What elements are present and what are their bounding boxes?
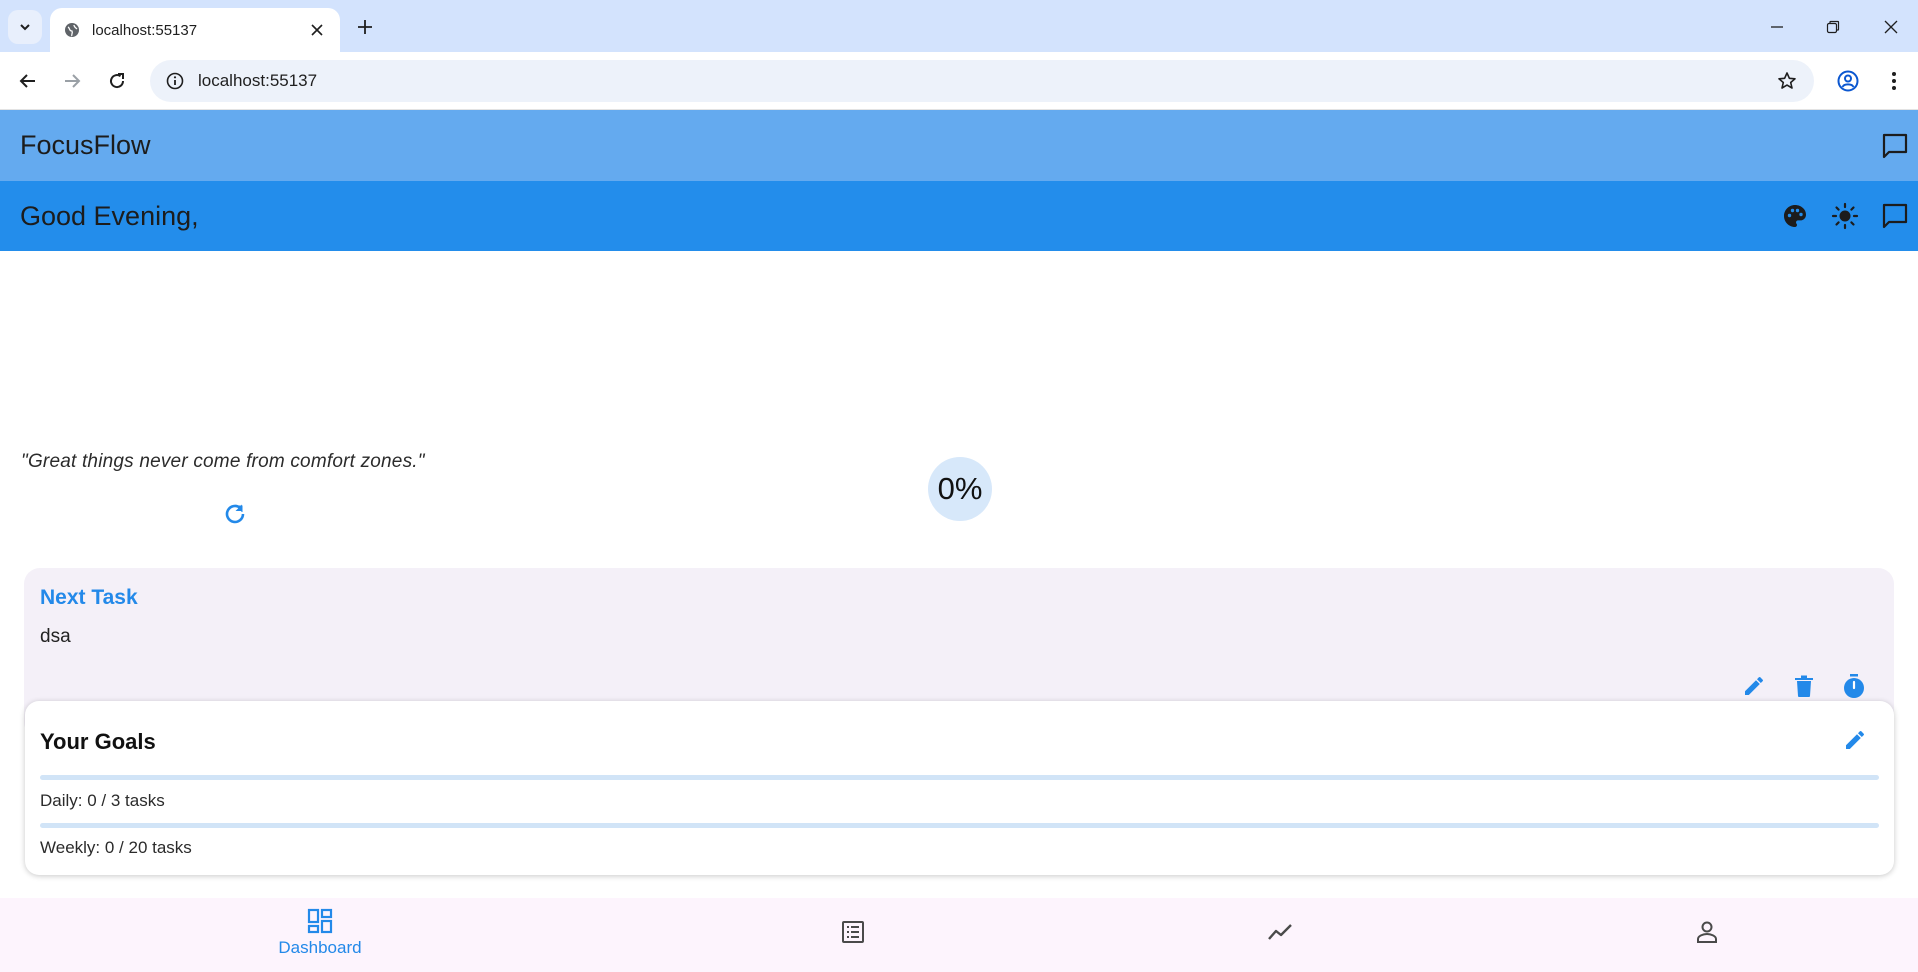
star-icon xyxy=(1778,72,1796,89)
greeting-text: Good Evening, xyxy=(20,200,199,231)
brightness-button[interactable] xyxy=(1829,200,1861,232)
browser-tab[interactable]: localhost:55137 xyxy=(50,8,340,52)
weekly-goal-progress-bar xyxy=(40,823,1879,828)
account-icon xyxy=(1837,70,1859,92)
chat-icon xyxy=(1882,203,1908,229)
tab-close-button[interactable] xyxy=(306,19,328,41)
delete-task-button[interactable] xyxy=(1788,670,1820,702)
daily-goal-text: Daily: 0 / 3 tasks xyxy=(40,791,165,810)
chevron-down-icon xyxy=(20,24,30,31)
minimize-button[interactable] xyxy=(1762,12,1792,42)
reload-button[interactable] xyxy=(103,67,131,95)
restore-icon xyxy=(1826,20,1840,34)
palette-icon xyxy=(1784,205,1806,227)
close-window-button[interactable] xyxy=(1876,12,1906,42)
reload-icon xyxy=(110,73,125,89)
globe-icon xyxy=(65,23,79,37)
minimize-icon xyxy=(1771,26,1783,28)
arrow-left-icon xyxy=(19,74,35,88)
browser-menu-button[interactable] xyxy=(1880,67,1908,95)
nav-item-dashboard[interactable]: Dashboard xyxy=(260,908,380,964)
trash-icon xyxy=(1795,675,1813,697)
arrow-right-icon xyxy=(65,74,81,88)
dashboard-icon xyxy=(307,908,333,934)
nav-item-tasks[interactable] xyxy=(793,920,913,972)
edit-goals-button[interactable] xyxy=(1839,724,1871,756)
greeting-bar: Good Evening, xyxy=(0,181,1918,251)
timer-icon xyxy=(1844,674,1864,698)
new-tab-button[interactable] xyxy=(352,14,378,40)
more-vert-icon xyxy=(1892,72,1896,90)
trend-icon xyxy=(1268,924,1292,940)
app-bar: FocusFlow xyxy=(0,110,1918,181)
pencil-icon xyxy=(1745,677,1763,695)
back-button[interactable] xyxy=(14,67,42,95)
bottom-navigation: Dashboard xyxy=(0,898,1918,972)
plus-icon xyxy=(358,20,372,34)
motivational-quote: "Great things never come from comfort zo… xyxy=(21,451,425,472)
close-icon xyxy=(1884,20,1898,34)
start-timer-button[interactable] xyxy=(1838,670,1870,702)
edit-task-button[interactable] xyxy=(1738,670,1770,702)
tab-search-button[interactable] xyxy=(8,10,42,44)
bookmark-button[interactable] xyxy=(1774,68,1800,94)
restore-button[interactable] xyxy=(1818,12,1848,42)
profile-button[interactable] xyxy=(1834,67,1862,95)
tab-title: localhost:55137 xyxy=(92,21,198,39)
sun-icon xyxy=(1831,202,1859,230)
chat-icon xyxy=(1882,133,1908,159)
goals-title: Your Goals xyxy=(40,729,156,754)
browser-toolbar: localhost:55137 xyxy=(0,52,1918,110)
address-bar[interactable]: localhost:55137 xyxy=(150,60,1814,102)
nav-item-profile[interactable] xyxy=(1647,920,1767,972)
nav-item-stats[interactable] xyxy=(1220,920,1340,972)
daily-goal-progress-bar xyxy=(40,775,1879,780)
nav-label-dashboard: Dashboard xyxy=(278,938,362,957)
url-text[interactable]: localhost:55137 xyxy=(198,71,1774,91)
forward-button[interactable] xyxy=(58,67,86,95)
weekly-goal-text: Weekly: 0 / 20 tasks xyxy=(40,838,192,857)
chat-button[interactable] xyxy=(1879,130,1911,162)
list-icon xyxy=(842,921,864,943)
browser-tab-strip: localhost:55137 xyxy=(0,0,1918,52)
theme-palette-button[interactable] xyxy=(1779,200,1811,232)
next-task-name: dsa xyxy=(40,626,71,647)
daily-progress-indicator: 0% xyxy=(928,457,992,521)
site-info-icon[interactable] xyxy=(166,72,184,90)
chat-button-secondary[interactable] xyxy=(1879,200,1911,232)
refresh-quote-button[interactable] xyxy=(219,498,251,530)
next-task-label: Next Task xyxy=(40,586,138,609)
refresh-icon xyxy=(225,504,245,524)
goals-card: Your Goals Daily: 0 / 3 tasks Weekly: 0 … xyxy=(25,701,1894,875)
app-title: FocusFlow xyxy=(20,130,151,160)
close-icon xyxy=(311,24,323,36)
person-icon xyxy=(1697,921,1717,943)
pencil-icon xyxy=(1846,731,1864,749)
